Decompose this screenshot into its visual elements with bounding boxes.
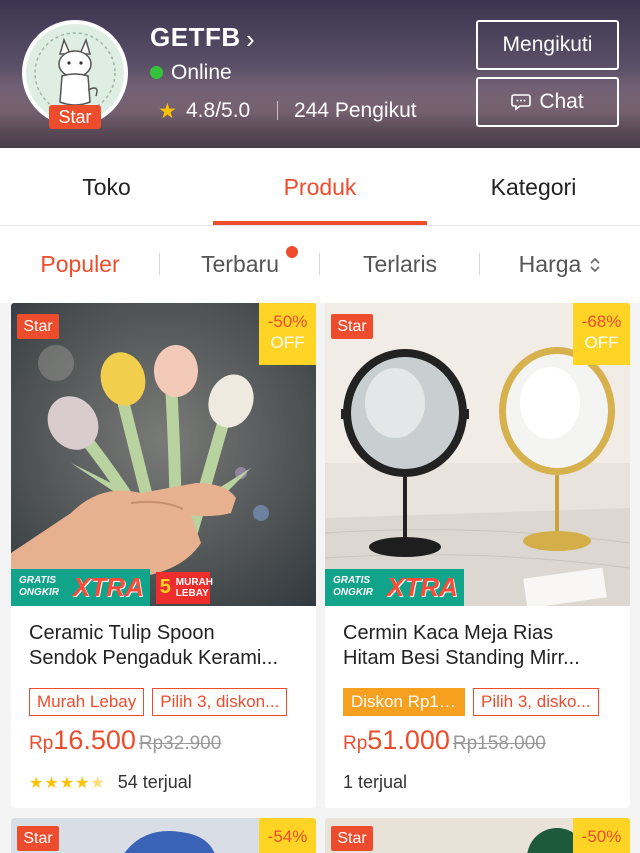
discount-percent: -54% [267,827,308,846]
discount-percent: -50% [581,827,622,846]
promo-label: Murah Lebay [29,688,145,716]
product-title-line: Ceramic Tulip Spoon [29,622,215,644]
price-currency: Rp [343,733,368,754]
star-seller-badge: Star [17,314,59,339]
sold-count: 54 terjual [117,772,192,792]
product-card[interactable]: Star -50% OFF GRATIS ONGKIR XTRA MURAH L… [11,303,316,808]
discount-badge: -68% OFF [573,303,630,365]
tab-toko[interactable]: Toko [0,148,213,226]
sort-harga-label: Harga [518,251,582,277]
free-shipping-banner: GRATIS ONGKIR XTRA [325,569,464,606]
promo-label: Diskon Rp1RB [343,688,465,716]
tab-produk[interactable]: Produk [213,148,427,226]
divider [159,253,160,275]
price-row: Rp 51.000 Rp158.000 [343,725,546,756]
original-price: Rp158.000 [452,733,546,754]
product-card[interactable]: Star -68% OFF GRATIS ONGKIR XTRA Cermin … [325,303,630,808]
chat-button-label: Chat [539,90,584,113]
promo-labels: Diskon Rp1RB Pilih 3, disko... [343,688,599,716]
product-image[interactable]: Star -68% OFF GRATIS ONGKIR XTRA [325,303,630,606]
free-shipping-label: GRATIS ONGKIR [325,569,387,606]
xtra-label: XTRA [387,569,464,606]
shop-tabs: Toko Produk Kategori [0,148,640,226]
sort-updown-icon [590,257,600,272]
discount-off-label: OFF [270,333,305,352]
promo-label: Pilih 3, disko... [473,688,599,716]
shop-header: Star GETFB › Online ★ 4.8/5.0 244 Pengik… [0,0,640,148]
product-title[interactable]: Ceramic Tulip Spoon Sendok Pengaduk Kera… [29,621,301,671]
free-shipping-banner: GRATIS ONGKIR XTRA MURAH LEBAY [11,569,213,606]
shop-name[interactable]: GETFB [150,22,241,53]
online-status-dot [150,66,163,79]
active-tab-indicator [213,221,427,225]
star-seller-badge: Star [331,314,373,339]
sort-terbaru[interactable]: Terbaru [160,226,320,303]
new-indicator-dot [286,246,298,258]
divider [319,253,320,275]
product-card[interactable]: Star -54% [11,818,316,853]
follow-button-label: Mengikuti [502,33,593,56]
product-card[interactable]: Star -50% [325,818,630,853]
chevron-right-icon[interactable]: › [246,24,255,55]
xtra-label: XTRA [73,569,150,606]
price-value: 51.000 [367,725,450,755]
online-status: Online [171,61,232,84]
murah-lebay-badge: MURAH LEBAY [155,572,213,604]
sort-harga[interactable]: Harga [480,226,640,303]
discount-badge: -54% [259,818,316,853]
shop-rating: 4.8/5.0 [186,99,251,122]
product-image[interactable]: Star -50% OFF GRATIS ONGKIR XTRA MURAH L… [11,303,316,606]
product-title-line: Hitam Besi Standing Mirr... [343,647,580,669]
discount-badge: -50% [573,818,630,853]
product-title-line: Cermin Kaca Meja Rias [343,622,554,644]
price-row: Rp 16.500 Rp32.900 [29,725,221,756]
discount-percent: -68% [581,312,622,331]
star-seller-badge: Star [17,826,59,851]
tab-kategori[interactable]: Kategori [427,148,640,226]
chat-button[interactable]: Chat [476,77,619,127]
promo-labels: Murah Lebay Pilih 3, diskon... [29,688,288,716]
discount-badge: -50% OFF [259,303,316,365]
free-shipping-label: GRATIS ONGKIR [11,569,73,606]
promo-label: Pilih 3, diskon... [152,688,288,716]
star-icon: ★ [158,100,177,123]
sort-terlaris[interactable]: Terlaris [320,226,480,303]
sold-row: ★★★★★ 54 terjual [29,772,192,793]
sort-populer[interactable]: Populer [0,226,160,303]
sort-bar: Populer Terbaru Terlaris Harga [0,226,640,303]
discount-off-label: OFF [584,333,619,352]
product-title-line: Sendok Pengaduk Kerami... [29,647,279,669]
discount-percent: -50% [267,312,308,331]
divider [277,101,278,120]
sold-row: 1 terjual [343,772,407,793]
price-value: 16.500 [53,725,136,755]
divider [479,253,480,275]
star-seller-badge: Star [331,826,373,851]
sold-count: 1 terjual [343,772,408,792]
follower-count: 244 Pengikut [294,99,417,122]
price-currency: Rp [29,733,54,754]
follow-button[interactable]: Mengikuti [476,20,619,70]
star-seller-badge: Star [49,105,101,129]
original-price: Rp32.900 [138,733,222,754]
chat-bubble-icon [511,94,532,111]
rating-stars-icon: ★★★★★ [29,774,106,792]
product-title[interactable]: Cermin Kaca Meja Rias Hitam Besi Standin… [343,621,615,671]
